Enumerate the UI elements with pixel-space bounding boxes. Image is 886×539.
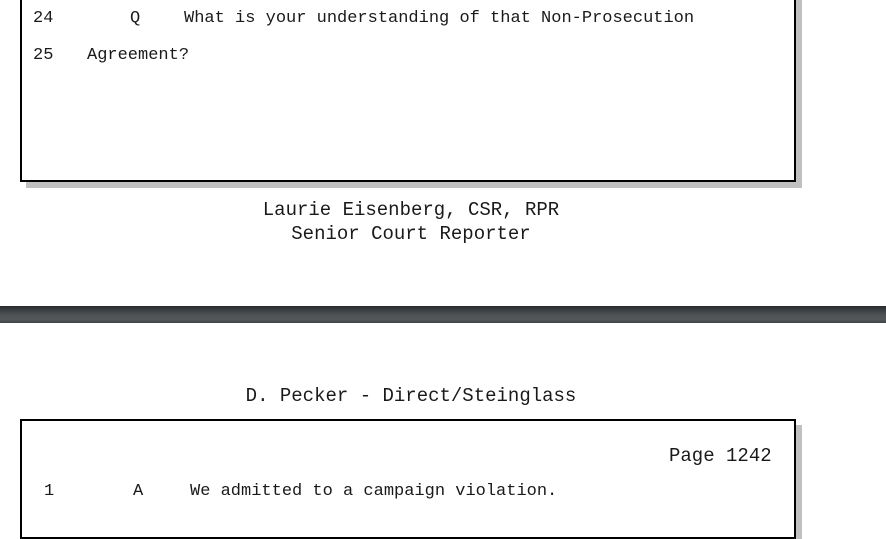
witness-header: D. Pecker - Direct/Steinglass	[245, 385, 577, 407]
page-number: Page 1242	[669, 445, 772, 467]
line-number: 25	[33, 46, 54, 65]
transcript-page-bottom	[20, 419, 796, 539]
line-number: 1	[44, 482, 55, 501]
speaker-label: A	[133, 482, 144, 501]
transcript-line-text: Agreement?	[87, 46, 190, 65]
line-number: 24	[33, 9, 54, 28]
reporter-title: Senior Court Reporter	[291, 223, 531, 245]
transcript-line-text: We admitted to a campaign violation.	[190, 482, 558, 501]
reporter-name: Laurie Eisenberg, CSR, RPR	[262, 199, 560, 221]
speaker-label: Q	[130, 9, 141, 28]
page-divider	[0, 306, 886, 323]
transcript-line-text: What is your understanding of that Non-P…	[184, 9, 695, 28]
